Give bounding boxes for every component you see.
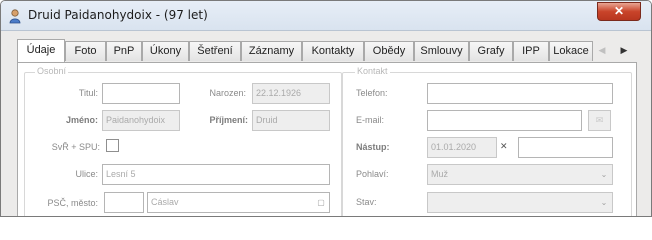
input-prijmeni[interactable]: Druid	[252, 110, 330, 131]
select-pohlavi[interactable]: Muž ⌄	[427, 164, 613, 185]
tab-pnp[interactable]: PnP	[106, 41, 142, 61]
app-window: Druid Paidanohydoix - (97 let) ✕ Údaje F…	[0, 0, 652, 217]
tab-grafy[interactable]: Grafy	[469, 41, 513, 61]
input-ulice[interactable]: Lesní 5	[102, 164, 330, 185]
close-button[interactable]: ✕	[597, 2, 641, 21]
label-ulice: Ulice:	[75, 169, 98, 179]
chevron-down-icon[interactable]: ▢	[315, 196, 327, 209]
input-titul[interactable]	[102, 83, 180, 104]
email-action-button[interactable]: ✉	[588, 110, 611, 131]
checkbox-svr-spu[interactable]	[106, 139, 119, 152]
group-title-osobni: Osobní	[35, 66, 69, 76]
tab-lokace[interactable]: Lokace	[549, 41, 593, 61]
window-title: Druid Paidanohydoix - (97 let)	[28, 8, 208, 22]
person-icon	[9, 9, 21, 24]
tab-kontakty[interactable]: Kontakty	[302, 41, 364, 61]
label-pohlavi: Pohlaví:	[356, 169, 389, 179]
select-mesto-value: Cáslav	[151, 197, 179, 207]
tab-scroll-right-icon[interactable]: ▶	[617, 43, 631, 57]
input-email[interactable]	[427, 110, 582, 131]
tab-ukony[interactable]: Úkony	[142, 41, 189, 61]
group-title-kontakt: Kontakt	[355, 66, 390, 76]
select-mesto[interactable]: Cáslav ▢	[147, 192, 330, 213]
tab-smlouvy[interactable]: Smlouvy	[414, 41, 469, 61]
input-telefon[interactable]	[427, 83, 613, 104]
input-psc[interactable]	[104, 192, 144, 213]
label-email: E-mail:	[356, 115, 385, 125]
clear-x-icon[interactable]: ✕	[500, 141, 508, 152]
chevron-down-icon[interactable]: ⌄	[598, 196, 610, 209]
label-psc-mesto: PSČ, město:	[47, 198, 98, 208]
at-icon: ✉	[595, 115, 604, 125]
label-prijmeni: Příjmení:	[209, 115, 248, 125]
tab-zaznamy[interactable]: Záznamy	[241, 41, 302, 61]
select-pohlavi-value: Muž	[431, 169, 449, 179]
tab-ipp[interactable]: IPP	[513, 41, 549, 61]
input-narozen[interactable]: 22.12.1926	[252, 83, 330, 104]
label-jmeno: Jméno:	[65, 115, 98, 125]
label-titul: Titul:	[78, 88, 98, 98]
tab-setreni[interactable]: Šetření	[189, 41, 241, 61]
tab-obedy[interactable]: Obědy	[364, 41, 414, 61]
label-stav: Stav:	[356, 197, 377, 207]
input-nastup-extra[interactable]	[518, 137, 613, 158]
label-narozen: Narozen:	[209, 88, 246, 98]
tab-panel-udaje: Osobní Titul: Narozen: 22.12.1926 Jméno:…	[17, 62, 637, 216]
chevron-down-icon[interactable]: ⌄	[598, 168, 610, 181]
tab-scroll-left-icon[interactable]: ◀	[595, 43, 609, 57]
title-bar: Druid Paidanohydoix - (97 let) ✕	[1, 1, 651, 31]
tab-udaje[interactable]: Údaje	[17, 39, 65, 62]
label-svr-spu: SvŘ + SPU:	[51, 142, 100, 152]
input-jmeno[interactable]: Paidanohydoix	[102, 110, 180, 131]
label-telefon: Telefon:	[356, 88, 388, 98]
input-nastup[interactable]: 01.01.2020	[427, 137, 497, 158]
tab-foto[interactable]: Foto	[65, 41, 106, 61]
tab-strip: Údaje Foto PnP Úkony Šetření Záznamy Kon…	[17, 39, 651, 63]
select-stav[interactable]: ⌄	[427, 192, 613, 213]
label-nastup: Nástup:	[356, 142, 390, 152]
